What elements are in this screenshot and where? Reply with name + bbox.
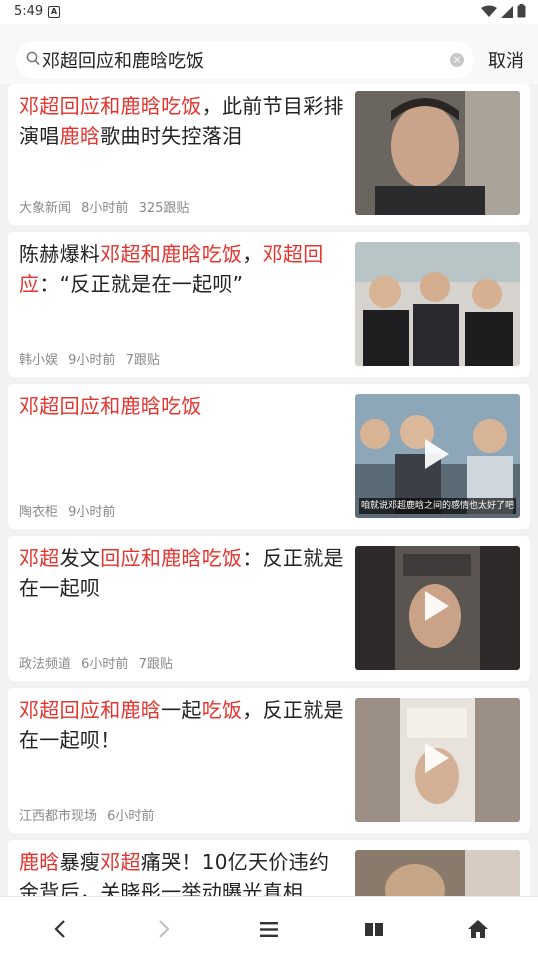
news-card[interactable]: 邓超回应和鹿晗一起吃饭，反正就是在一起呗！ 江西都市现场 6小时前 [8,688,530,833]
news-source: 大象新闻 [19,201,72,216]
back-icon [54,920,65,938]
news-time: 9小时前 [68,353,116,368]
news-time: 8小时前 [81,201,129,216]
search-icon [26,51,40,66]
news-time: 9小时前 [68,505,116,520]
news-source: 陶衣柜 [19,505,59,520]
news-meta: 大象新闻 8小时前 325跟贴 [19,197,195,216]
news-source: 江西都市现场 [19,809,98,824]
news-thumbnail [355,91,520,215]
video-caption: 咱就说邓超鹿晗之间的感情也太好了吧 [359,498,516,514]
news-title: 陈赫爆料邓超和鹿晗吃饭，邓超回应：“反正就是在一起呗” [19,242,324,296]
news-comments: 7跟贴 [125,353,160,368]
news-meta: 政法频道 6小时前 7跟贴 [19,653,179,672]
search-field[interactable]: × [16,41,474,79]
news-meta: 陶衣柜 9小时前 [19,501,121,520]
news-card[interactable]: 邓超回应和鹿晗吃饭 陶衣柜 9小时前 咱就说邓超鹿晗之间的感情也太好了吧 [8,384,530,529]
forward-icon [159,920,170,938]
forward-button[interactable] [150,915,178,943]
news-card[interactable]: 陈赫爆料邓超和鹿晗吃饭，邓超回应：“反正就是在一起呗” 韩小娱 9小时前 7跟贴 [8,232,530,377]
video-thumbnail[interactable] [355,698,520,822]
news-title: 邓超发文回应和鹿晗吃饭：反正就是在一起呗 [19,546,344,600]
bottom-nav [0,896,538,959]
system-icons [481,4,526,18]
news-comments: 325跟贴 [138,201,190,216]
wifi-icon [481,5,497,17]
news-meta: 江西都市现场 6小时前 [19,805,160,824]
news-title: 邓超回应和鹿晗吃饭，此前节目彩排演唱鹿晗歌曲时失控落泪 [19,94,344,148]
clear-icon[interactable]: × [450,53,464,67]
menu-icon [260,921,278,937]
news-source: 政法频道 [19,657,72,672]
reader-button[interactable] [360,915,388,943]
search-input[interactable] [42,49,442,70]
play-icon [425,743,449,773]
notification-badge: A [48,6,60,18]
news-card[interactable]: 邓超回应和鹿晗吃饭，此前节目彩排演唱鹿晗歌曲时失控落泪 大象新闻 8小时前 32… [8,84,530,225]
news-comments: 7跟贴 [138,657,173,672]
video-thumbnail[interactable] [355,546,520,670]
news-card[interactable]: 邓超发文回应和鹿晗吃饭：反正就是在一起呗 政法频道 6小时前 7跟贴 [8,536,530,681]
news-source: 韩小娱 [19,353,59,368]
news-time: 6小时前 [107,809,155,824]
news-meta: 韩小娱 9小时前 7跟贴 [19,349,166,368]
signal-icon [501,5,513,18]
news-time: 6小时前 [81,657,129,672]
video-thumbnail[interactable]: 咱就说邓超鹿晗之间的感情也太好了吧 [355,394,520,518]
cancel-button[interactable]: 取消 [488,47,524,73]
home-button[interactable] [464,915,492,943]
news-thumbnail [355,242,520,366]
menu-button[interactable] [255,915,283,943]
home-icon [468,920,488,938]
play-icon [425,591,449,621]
back-button[interactable] [46,915,74,943]
status-bar: 5:49 A [0,0,538,24]
clock: 5:49 [14,4,44,19]
play-icon [425,439,449,469]
news-title: 邓超回应和鹿晗一起吃饭，反正就是在一起呗！ [19,698,344,752]
book-icon [365,923,383,936]
search-bar: × 取消 [0,24,538,84]
news-title: 邓超回应和鹿晗吃饭 [19,394,202,418]
battery-icon [517,4,526,18]
